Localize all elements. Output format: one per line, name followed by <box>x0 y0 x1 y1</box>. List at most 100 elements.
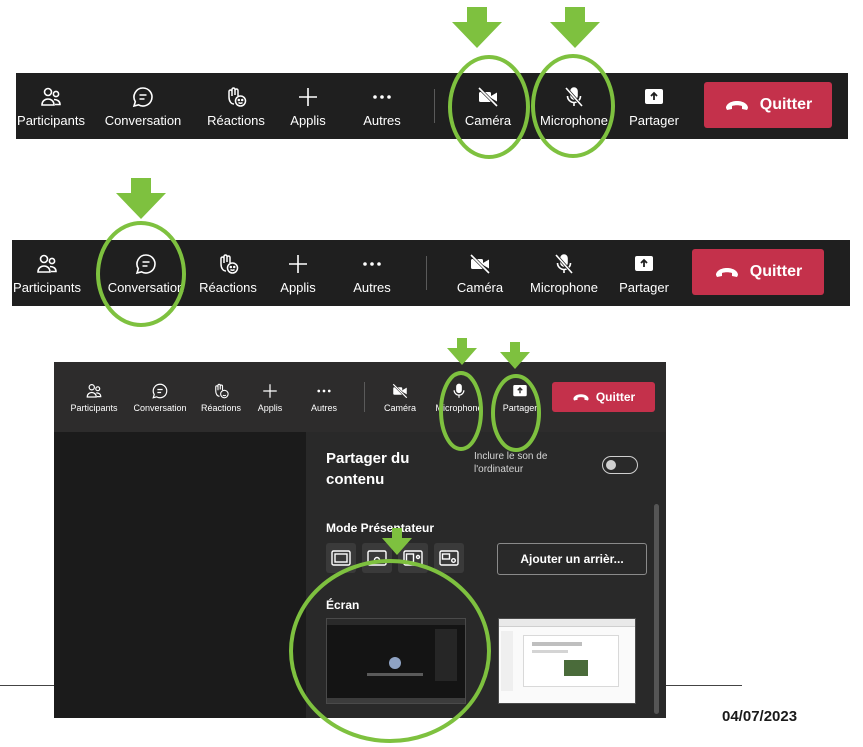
presenter-mode-reporter[interactable] <box>434 543 464 573</box>
quit-label: Quitter <box>749 263 803 280</box>
share-label: Partager <box>629 112 679 128</box>
more-dots-icon <box>363 261 381 266</box>
share-panel-title: Partager du contenu <box>326 450 410 488</box>
more-label: Autres <box>363 112 401 128</box>
chat-icon <box>132 86 153 107</box>
camera-button[interactable]: Caméra <box>456 73 520 139</box>
microphone-off-icon <box>564 86 584 107</box>
screen-thumbnail-1[interactable] <box>326 618 466 704</box>
more-button[interactable]: Autres <box>352 73 412 139</box>
microphone-button[interactable]: Microphone <box>528 73 620 139</box>
more-button[interactable]: Autres <box>304 362 344 432</box>
side-by-side-icon <box>403 550 423 566</box>
include-sound-toggle[interactable] <box>602 456 638 474</box>
thumb-slide-image <box>564 660 588 676</box>
quit-label: Quitter <box>759 96 813 113</box>
thumb-titlebar <box>327 619 465 625</box>
conversation-button[interactable]: Conversation <box>126 362 194 432</box>
presenter-mode-heading: Mode Présentateur <box>326 521 435 535</box>
share-content-panel: Partager du contenu Inclure le son de l'… <box>306 432 666 718</box>
apps-button[interactable]: Applis <box>268 240 328 306</box>
reactions-button[interactable]: Réactions <box>196 73 276 139</box>
share-label: Partager <box>619 279 669 295</box>
toolbar-middle: Participants Conversation Réactions Appl… <box>12 240 850 306</box>
standout-icon <box>367 550 387 566</box>
content-only-icon <box>331 550 351 566</box>
toolbar-top: Participants Conversation Réactions Appl… <box>16 73 848 139</box>
thumb-slide-subtitle <box>532 650 568 653</box>
thumb-ribbon <box>499 619 635 627</box>
thumb-slide-list <box>501 631 513 691</box>
conversation-button[interactable]: Conversation <box>98 240 194 306</box>
participants-icon <box>37 254 57 273</box>
apps-label: Applis <box>257 402 283 413</box>
share-button[interactable]: Partager <box>624 73 684 139</box>
plus-icon <box>299 87 317 106</box>
camera-off-icon <box>392 382 408 399</box>
raise-hand-emoji-icon <box>215 383 229 398</box>
participants-label: Participants <box>17 112 85 128</box>
microphone-button[interactable]: Microphone <box>518 240 610 306</box>
reactions-label: Réactions <box>207 112 265 128</box>
raise-hand-emoji-icon <box>220 253 239 274</box>
footer-rule-left <box>0 685 54 686</box>
microphone-label: Microphone <box>435 402 483 413</box>
toolbar-divider <box>364 382 365 412</box>
toolbar-divider <box>434 89 435 123</box>
apps-button[interactable]: Applis <box>278 73 338 139</box>
camera-button[interactable]: Caméra <box>448 240 512 306</box>
participants-icon <box>86 383 102 398</box>
microphone-button[interactable]: Microphone <box>428 362 490 432</box>
participants-button[interactable]: Participants <box>10 73 92 139</box>
microphone-label: Microphone <box>530 279 598 295</box>
reactions-button[interactable]: Réactions <box>196 362 246 432</box>
camera-label: Caméra <box>456 279 504 295</box>
microphone-label: Microphone <box>540 112 608 128</box>
share-button[interactable]: Partager <box>614 240 674 306</box>
reactions-button[interactable]: Réactions <box>188 240 268 306</box>
arrow-down-icon <box>452 7 502 48</box>
thumb-taskbar <box>327 698 465 703</box>
thumb-slide-title <box>532 642 582 646</box>
microphone-icon <box>453 383 465 398</box>
more-dots-icon <box>373 94 391 99</box>
camera-off-icon <box>477 86 499 107</box>
reporter-icon <box>439 550 459 566</box>
arrow-down-icon <box>116 178 166 219</box>
share-icon <box>635 255 653 271</box>
more-button[interactable]: Autres <box>342 240 402 306</box>
thumb-slide <box>523 635 619 687</box>
quit-button[interactable]: Quitter <box>704 82 832 128</box>
include-sound-label: Inclure le son de l'ordinateur <box>474 451 548 475</box>
quit-button[interactable]: Quitter <box>692 249 824 295</box>
quit-label: Quitter <box>595 390 636 404</box>
toolbar-divider <box>426 256 427 290</box>
quit-button[interactable]: Quitter <box>552 382 655 412</box>
share-panel-scrollbar[interactable] <box>654 504 659 714</box>
apps-button[interactable]: Applis <box>250 362 290 432</box>
meeting-window: Participants Conversation Réactions Appl… <box>54 362 666 718</box>
add-background-button[interactable]: Ajouter un arrièr... <box>497 543 647 575</box>
camera-off-icon <box>469 253 491 274</box>
arrow-down-icon <box>447 338 477 365</box>
participants-label: Participants <box>13 279 81 295</box>
hang-up-icon <box>715 268 738 277</box>
camera-button[interactable]: Caméra <box>376 362 424 432</box>
more-label: Autres <box>310 402 337 413</box>
presenter-mode-side-by-side[interactable] <box>398 543 428 573</box>
conversation-button[interactable]: Conversation <box>94 73 192 139</box>
screen-thumbnail-2[interactable] <box>498 618 636 704</box>
share-icon <box>513 384 527 396</box>
share-label: Partager <box>502 402 538 413</box>
meeting-toolbar: Participants Conversation Réactions Appl… <box>54 362 666 432</box>
presenter-mode-standout[interactable] <box>362 543 392 573</box>
participants-button[interactable]: Participants <box>6 240 88 306</box>
reactions-label: Réactions <box>199 279 257 295</box>
plus-icon <box>289 254 307 273</box>
hang-up-icon <box>573 394 589 401</box>
participants-button[interactable]: Participants <box>64 362 124 432</box>
participants-label: Participants <box>70 402 118 413</box>
reactions-label: Réactions <box>200 402 242 413</box>
presenter-mode-content-only[interactable] <box>326 543 356 573</box>
share-button[interactable]: Partager <box>496 362 544 432</box>
